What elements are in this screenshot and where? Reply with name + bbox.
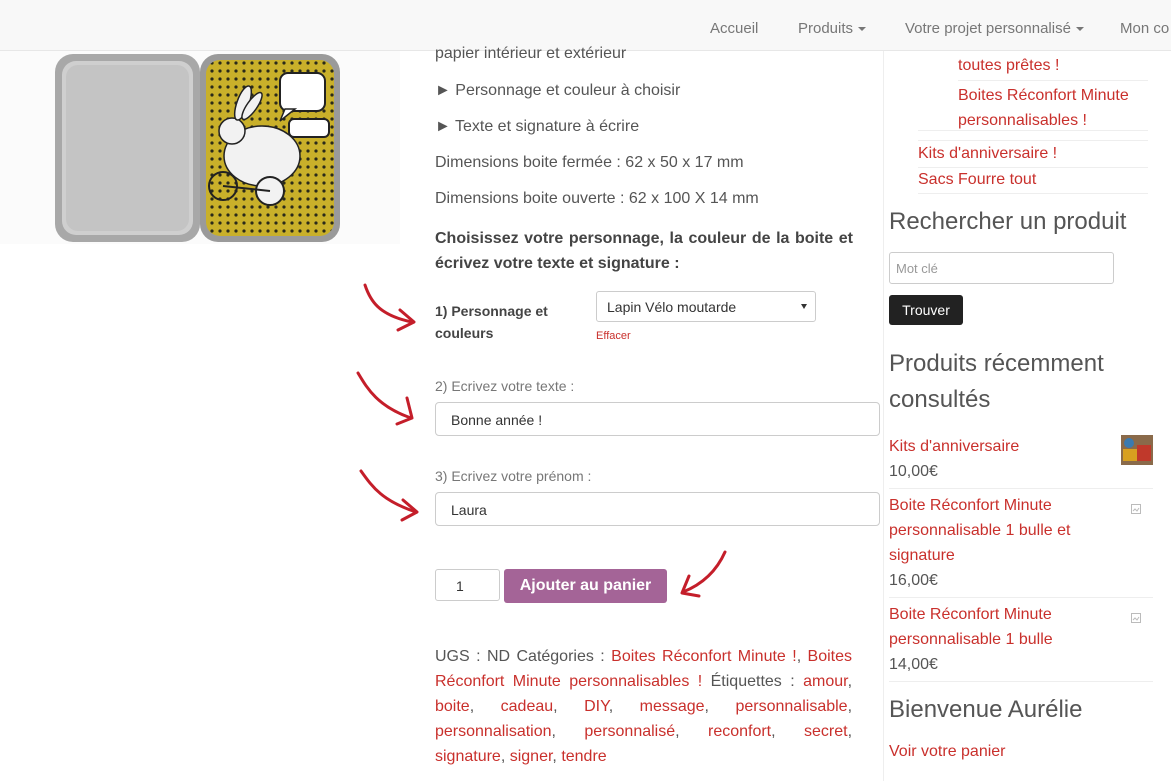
field-label-name: 3) Ecrivez votre prénom : [435, 468, 592, 484]
dropdown-arrow-icon [801, 304, 807, 309]
customization-instructions: Choisissez votre personnage, la couleur … [435, 230, 853, 272]
divider [918, 167, 1148, 168]
sidebar-category-link[interactable]: Kits d'anniversaire ! [918, 145, 1057, 163]
top-navbar: Accueil Produits Votre projet personnali… [0, 0, 1171, 51]
product-dimensions-open: Dimensions boite ouverte : 62 x 100 X 14… [435, 190, 759, 207]
field-label-text: 2) Ecrivez votre texte : [435, 378, 575, 394]
nav-item-projet[interactable]: Votre projet personnalisé [905, 20, 1084, 37]
tag-link[interactable]: message [640, 698, 705, 715]
product-desc-line: papier intérieur et extérieur [435, 45, 627, 62]
nav-item-account[interactable]: Mon co [1120, 20, 1169, 37]
tag-link[interactable]: personnalisable [735, 698, 847, 715]
tag-link[interactable]: signature [435, 748, 501, 765]
annotation-arrow-icon [356, 371, 414, 426]
sidebar-category-link[interactable]: toutes prêtes ! [958, 57, 1059, 75]
search-button[interactable]: Trouver [889, 295, 963, 325]
annotation-arrow-icon [359, 469, 419, 522]
annotation-arrow-icon [680, 550, 727, 598]
recent-product-title[interactable]: Kits d'anniversaire [889, 434, 1109, 459]
divider [918, 130, 1148, 131]
character-select-value: Lapin Vélo moutarde [607, 299, 737, 315]
recent-product-price: 16,00€ [889, 572, 938, 589]
recent-product-price: 10,00€ [889, 463, 938, 480]
recent-products-heading: Produits récemment consultés [889, 350, 1104, 413]
divider [918, 140, 1148, 141]
tag-link[interactable]: boite [435, 698, 470, 715]
product-desc-line: ► Texte et signature à écrire [435, 118, 640, 135]
tin-box-image [55, 54, 340, 242]
product-desc-line: ► Personnage et couleur à choisir [435, 82, 681, 99]
recent-product-title[interactable]: Boite Réconfort Minute personnalisable 1… [889, 493, 1109, 568]
sku-label: UGS : ND [435, 648, 511, 665]
message-text-input[interactable]: Bonne année ! [435, 402, 880, 436]
tag-link[interactable]: amour [803, 673, 847, 690]
divider [918, 193, 1148, 194]
tag-link[interactable]: reconfort [708, 723, 771, 740]
nav-item-produits[interactable]: Produits [798, 20, 867, 37]
field-label-character: 1) Personnage et couleurs [435, 303, 548, 341]
tag-link[interactable]: personnalisé [584, 723, 675, 740]
broken-image-icon [1131, 613, 1141, 623]
clear-selection-link[interactable]: Effacer [596, 330, 631, 342]
chevron-down-icon [858, 27, 867, 32]
recent-product-price: 14,00€ [889, 656, 938, 673]
chevron-down-icon [1075, 27, 1084, 32]
search-input[interactable]: Mot clé [889, 252, 1114, 284]
product-image[interactable] [0, 51, 400, 244]
nav-item-produits-label: Produits [798, 20, 854, 37]
character-select[interactable]: Lapin Vélo moutarde [596, 291, 816, 322]
view-cart-link[interactable]: Voir votre panier [889, 743, 1006, 761]
nav-item-projet-label: Votre projet personnalisé [905, 20, 1071, 37]
tags-label: Étiquettes : [710, 673, 795, 690]
divider [889, 681, 1153, 682]
search-heading: Rechercher un produit [889, 208, 1127, 235]
add-to-cart-button[interactable]: Ajouter au panier [504, 569, 667, 603]
sidebar-category-link[interactable]: Boites Réconfort Minute personnalisables… [958, 83, 1148, 133]
categories-label: Catégories : [516, 648, 605, 665]
tag-link[interactable]: signer [510, 748, 553, 765]
divider [889, 488, 1153, 489]
first-name-input[interactable]: Laura [435, 492, 880, 526]
quantity-input[interactable]: 1 [435, 569, 500, 601]
broken-image-icon [1131, 504, 1141, 514]
product-dimensions-closed: Dimensions boite fermée : 62 x 50 x 17 m… [435, 154, 744, 171]
tag-link[interactable]: DIY [584, 698, 609, 715]
divider [958, 80, 1148, 81]
divider [889, 597, 1153, 598]
nav-item-accueil[interactable]: Accueil [710, 20, 758, 37]
welcome-heading: Bienvenue Aurélie [889, 696, 1083, 723]
category-link[interactable]: Boites Réconfort Minute ! [611, 648, 797, 665]
product-thumbnail[interactable] [1121, 435, 1153, 465]
product-meta: UGS : ND Catégories : Boites Réconfort M… [435, 648, 853, 765]
tag-link[interactable]: tendre [561, 748, 606, 765]
tag-link[interactable]: personnalisation [435, 723, 552, 740]
sidebar-divider [883, 51, 884, 781]
sidebar-category-link[interactable]: Sacs Fourre tout [918, 171, 1036, 189]
tag-link[interactable]: secret [804, 723, 848, 740]
annotation-arrow-icon [363, 283, 416, 332]
tag-link[interactable]: cadeau [501, 698, 554, 715]
recent-product-title[interactable]: Boite Réconfort Minute personnalisable 1… [889, 602, 1109, 652]
